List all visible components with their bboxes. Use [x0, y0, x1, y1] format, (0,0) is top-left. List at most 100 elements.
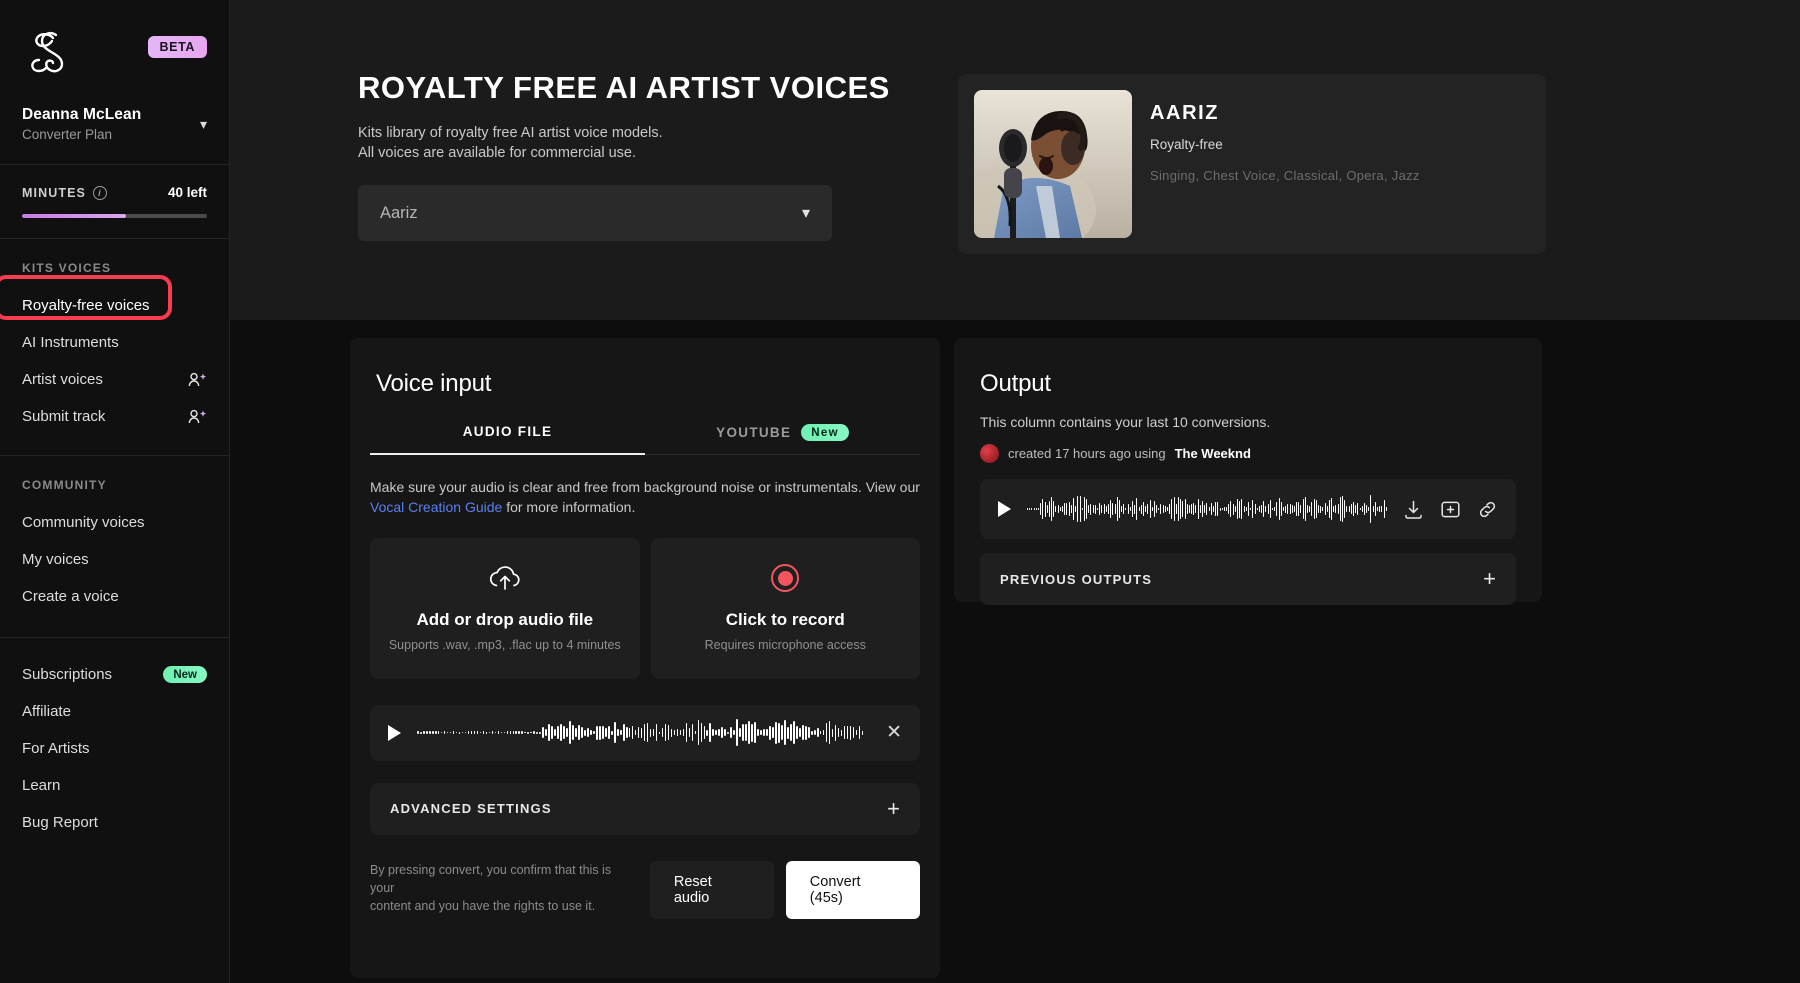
- sidebar-section-community: COMMUNITY Community voices My voices Cre…: [0, 456, 229, 615]
- hero-subtitle-line1: Kits library of royalty free AI artist v…: [358, 124, 918, 144]
- hero-section: ROYALTY FREE AI ARTIST VOICES Kits libra…: [230, 0, 1800, 320]
- page-title: ROYALTY FREE AI ARTIST VOICES: [358, 70, 918, 106]
- sidebar-item-learn[interactable]: Learn: [0, 767, 229, 804]
- section-title-community: COMMUNITY: [0, 478, 229, 504]
- sidebar-header: BETA Deanna McLean Converter Plan ▾: [0, 0, 229, 142]
- output-waveform[interactable]: [1027, 492, 1387, 526]
- hint-text-part1: Make sure your audio is clear and free f…: [370, 479, 920, 495]
- info-icon[interactable]: i: [93, 186, 107, 200]
- previous-outputs-toggle[interactable]: PREVIOUS OUTPUTS +: [980, 553, 1516, 605]
- sidebar-item-bug-report[interactable]: Bug Report: [0, 804, 229, 841]
- voice-input-hint: Make sure your audio is clear and free f…: [350, 455, 940, 518]
- sidebar-section-kits-voices: KITS VOICES Royalty-free voices AI Instr…: [0, 239, 229, 435]
- new-badge: New: [801, 424, 849, 441]
- tab-audio-file[interactable]: AUDIO FILE: [370, 424, 645, 455]
- plus-icon: +: [1483, 568, 1496, 590]
- chevron-down-icon[interactable]: ▾: [200, 117, 207, 131]
- sidebar-item-artist-voices[interactable]: Artist voices: [0, 361, 229, 398]
- voice-input-heading: Voice input: [350, 370, 940, 398]
- advanced-settings-toggle[interactable]: ADVANCED SETTINGS +: [370, 783, 920, 835]
- minutes-block: MINUTES i 40 left: [0, 165, 229, 239]
- record-icon: [771, 564, 799, 592]
- divider: [0, 637, 229, 638]
- panels-row: Voice input AUDIO FILE YOUTUBE New Make …: [230, 320, 1800, 978]
- sidebar-item-create-a-voice[interactable]: Create a voice: [0, 578, 229, 615]
- input-method-cards: Add or drop audio file Supports .wav, .m…: [350, 518, 940, 679]
- reset-audio-button[interactable]: Reset audio: [650, 861, 774, 919]
- sidebar-item-community-voices[interactable]: Community voices: [0, 504, 229, 541]
- convert-button[interactable]: Convert (45s): [786, 861, 920, 919]
- record-title: Click to record: [726, 610, 845, 630]
- voice-select[interactable]: Aariz ▾: [358, 185, 832, 241]
- minutes-left: 40 left: [168, 185, 207, 200]
- avatar: [980, 444, 999, 463]
- upload-audio-dropzone[interactable]: Add or drop audio file Supports .wav, .m…: [370, 538, 640, 679]
- output-item-meta: created 17 hours ago using The Weeknd: [980, 444, 1516, 463]
- minutes-row: MINUTES i 40 left: [22, 185, 207, 200]
- sidebar: BETA Deanna McLean Converter Plan ▾ MINU…: [0, 0, 230, 983]
- sidebar-item-label: Affiliate: [22, 703, 71, 720]
- sidebar-item-affiliate[interactable]: Affiliate: [0, 693, 229, 730]
- voice-select-value: Aariz: [380, 204, 418, 223]
- legal-line2: content and you have the rights to use i…: [370, 897, 636, 915]
- input-waveform[interactable]: [417, 716, 870, 750]
- output-audio-player: [980, 479, 1516, 539]
- hero-subtitle: Kits library of royalty free AI artist v…: [358, 124, 918, 163]
- kits-logo-icon[interactable]: [22, 26, 74, 78]
- tab-youtube[interactable]: YOUTUBE New: [645, 424, 920, 455]
- copy-link-icon[interactable]: [1477, 499, 1498, 520]
- download-icon[interactable]: [1403, 499, 1424, 520]
- record-subtitle: Requires microphone access: [705, 638, 866, 652]
- main-content: ROYALTY FREE AI ARTIST VOICES Kits libra…: [230, 0, 1800, 983]
- sidebar-item-label: My voices: [22, 551, 89, 568]
- voice-input-tabs: AUDIO FILE YOUTUBE New: [350, 424, 940, 455]
- artist-tags: Singing, Chest Voice, Classical, Opera, …: [1150, 168, 1420, 183]
- output-heading: Output: [980, 370, 1516, 398]
- vocal-creation-guide-link[interactable]: Vocal Creation Guide: [370, 499, 502, 515]
- minutes-progress-bar: [22, 214, 207, 218]
- new-badge: New: [163, 666, 207, 683]
- sidebar-item-ai-instruments[interactable]: AI Instruments: [0, 324, 229, 361]
- sidebar-item-submit-track[interactable]: Submit track: [0, 398, 229, 435]
- output-subtitle: This column contains your last 10 conver…: [980, 414, 1516, 430]
- play-icon[interactable]: [998, 501, 1011, 517]
- play-icon[interactable]: [388, 725, 401, 741]
- tab-youtube-label: YOUTUBE: [716, 425, 791, 440]
- input-audio-player: ✕: [370, 705, 920, 761]
- tab-audio-file-label: AUDIO FILE: [463, 424, 553, 439]
- sidebar-item-for-artists[interactable]: For Artists: [0, 730, 229, 767]
- sidebar-item-label: Learn: [22, 777, 60, 794]
- cloud-upload-icon: [488, 564, 522, 592]
- add-to-library-icon[interactable]: [1440, 499, 1461, 520]
- artist-meta: AARIZ Royalty-free Singing, Chest Voice,…: [1150, 90, 1420, 238]
- output-panel: Output This column contains your last 10…: [954, 338, 1542, 602]
- voice-input-panel: Voice input AUDIO FILE YOUTUBE New Make …: [350, 338, 940, 978]
- close-icon[interactable]: ✕: [886, 721, 902, 744]
- artist-card[interactable]: AARIZ Royalty-free Singing, Chest Voice,…: [958, 74, 1546, 254]
- sidebar-item-my-voices[interactable]: My voices: [0, 541, 229, 578]
- plus-icon: +: [887, 798, 900, 820]
- sidebar-item-label: Create a voice: [22, 588, 119, 605]
- action-buttons: Reset audio Convert (45s): [650, 861, 920, 919]
- artist-avatar: [974, 90, 1132, 238]
- sidebar-item-label: Bug Report: [22, 814, 98, 831]
- sidebar-item-subscriptions[interactable]: Subscriptions New: [0, 656, 229, 693]
- previous-outputs-label: PREVIOUS OUTPUTS: [1000, 572, 1152, 587]
- beta-badge: BETA: [148, 36, 208, 58]
- person-sparkle-icon: [188, 372, 207, 388]
- brand-row: BETA: [22, 26, 207, 78]
- record-audio-button[interactable]: Click to record Requires microphone acce…: [651, 538, 921, 679]
- upload-title: Add or drop audio file: [416, 610, 593, 630]
- upload-subtitle: Supports .wav, .mp3, .flac up to 4 minut…: [389, 638, 621, 652]
- minutes-progress-fill: [22, 214, 126, 218]
- account-switcher[interactable]: Deanna McLean Converter Plan ▾: [22, 106, 207, 142]
- sidebar-item-label: Royalty-free voices: [22, 297, 150, 314]
- artist-photo: [974, 90, 1132, 238]
- sidebar-item-royalty-free-voices[interactable]: Royalty-free voices: [0, 287, 229, 324]
- artist-name: AARIZ: [1150, 102, 1420, 125]
- account-plan: Converter Plan: [22, 127, 141, 142]
- minutes-label-group: MINUTES i: [22, 186, 107, 200]
- hero-left: ROYALTY FREE AI ARTIST VOICES Kits libra…: [358, 70, 918, 280]
- minutes-label: MINUTES: [22, 186, 86, 200]
- output-actions: [1403, 499, 1498, 520]
